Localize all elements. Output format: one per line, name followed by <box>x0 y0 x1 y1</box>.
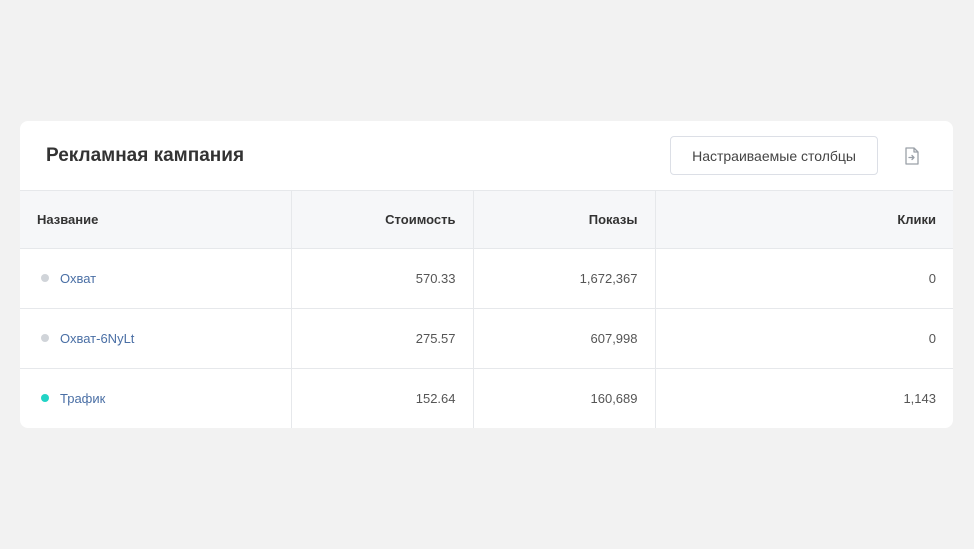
custom-columns-button[interactable]: Настраиваемые столбцы <box>670 136 878 175</box>
header-impressions[interactable]: Показы <box>473 191 656 249</box>
header-cost[interactable]: Стоимость <box>291 191 474 249</box>
table-row: Трафик 152.64 160,689 1,143 <box>20 368 953 428</box>
file-export-icon[interactable] <box>903 146 921 166</box>
campaign-card: Рекламная кампания Настраиваемые столбцы… <box>20 121 953 428</box>
cell-name: Охват <box>20 248 292 309</box>
card-header: Рекламная кампания Настраиваемые столбцы <box>20 121 953 191</box>
cell-impressions: 1,672,367 <box>473 248 656 309</box>
cell-cost: 275.57 <box>291 308 474 369</box>
cell-impressions: 607,998 <box>473 308 656 369</box>
cell-impressions: 160,689 <box>473 368 656 428</box>
table-row: Охват 570.33 1,672,367 0 <box>20 248 953 309</box>
cell-cost: 152.64 <box>291 368 474 428</box>
header-clicks[interactable]: Клики <box>655 191 953 249</box>
cell-cost: 570.33 <box>291 248 474 309</box>
campaign-name-link[interactable]: Трафик <box>60 391 105 406</box>
header-name[interactable]: Название <box>20 191 292 249</box>
table-row: Охват-6NyLt 275.57 607,998 0 <box>20 308 953 369</box>
campaign-table: Название Стоимость Показы Клики Охват 570… <box>20 191 953 428</box>
status-dot-icon <box>41 394 49 403</box>
table-header-row: Название Стоимость Показы Клики <box>20 191 953 249</box>
cell-name: Охват-6NyLt <box>20 308 292 369</box>
cell-clicks: 0 <box>655 248 953 309</box>
status-dot-icon <box>41 274 49 282</box>
status-dot-icon <box>41 334 49 342</box>
cell-clicks: 0 <box>655 308 953 369</box>
cell-clicks: 1,143 <box>903 390 936 406</box>
name-cell: Охват <box>37 271 274 286</box>
card-title: Рекламная кампания <box>46 144 245 166</box>
cell-name: Трафик <box>20 368 292 428</box>
campaign-name-link[interactable]: Охват <box>60 271 96 286</box>
campaign-name-link[interactable]: Охват-6NyLt <box>60 331 134 346</box>
name-cell: Трафик <box>37 391 274 406</box>
name-cell: Охват-6NyLt <box>37 331 274 346</box>
